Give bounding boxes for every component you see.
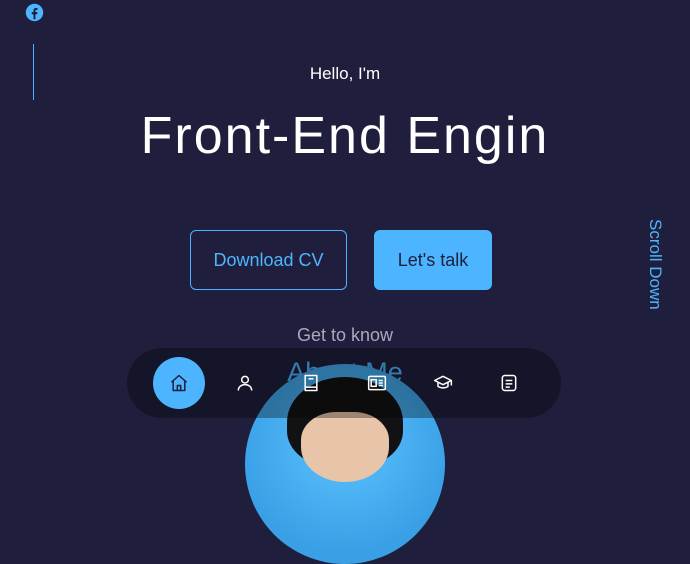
nav-item-experience[interactable] <box>285 357 337 409</box>
graduation-cap-icon <box>433 375 453 389</box>
nav-item-education[interactable] <box>417 357 469 409</box>
book-icon <box>304 374 318 392</box>
lets-talk-button[interactable]: Let's talk <box>374 230 492 290</box>
portfolio-icon <box>367 375 387 391</box>
nav-item-home[interactable] <box>153 357 205 409</box>
avatar-face <box>301 412 389 482</box>
facebook-icon[interactable] <box>25 3 44 22</box>
about-subtitle: Get to know <box>296 325 394 345</box>
scroll-down-link[interactable]: Scroll Down <box>645 219 665 310</box>
nav-item-about[interactable] <box>219 357 271 409</box>
nav-item-contact[interactable] <box>483 357 535 409</box>
hero-headline: Front-End Engin <box>140 107 550 165</box>
user-icon <box>237 375 253 391</box>
nav-item-portfolio[interactable] <box>351 357 403 409</box>
message-icon <box>501 374 517 392</box>
bottom-nav <box>127 348 561 418</box>
social-rail <box>24 3 44 100</box>
download-cv-button[interactable]: Download CV <box>190 230 347 290</box>
hero-greeting: Hello, I'm <box>309 64 381 83</box>
home-icon <box>171 374 187 392</box>
